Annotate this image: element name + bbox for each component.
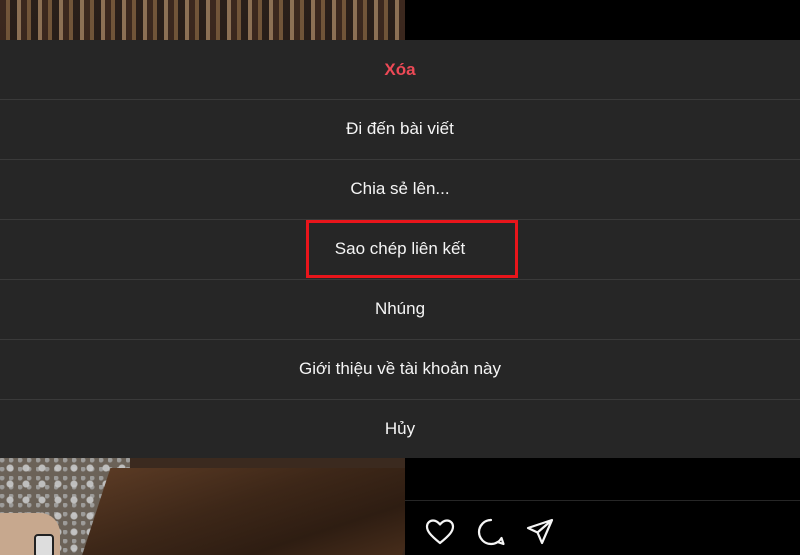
- wristwatch: [34, 534, 54, 555]
- feed-divider: [405, 500, 800, 501]
- share-icon[interactable]: [525, 517, 555, 547]
- embed-button[interactable]: Nhúng: [0, 279, 800, 338]
- go-to-post-button[interactable]: Đi đến bài viết: [0, 99, 800, 158]
- screen: Xóa Đi đến bài viết Chia sẻ lên... Sao c…: [0, 0, 800, 555]
- copy-link-button[interactable]: Sao chép liên kết: [0, 219, 800, 278]
- options-menu: Xóa Đi đến bài viết Chia sẻ lên... Sao c…: [0, 40, 800, 458]
- wooden-table: [79, 468, 405, 555]
- about-account-button[interactable]: Giới thiệu về tài khoản này: [0, 339, 800, 398]
- comment-icon[interactable]: [476, 517, 506, 547]
- delete-button[interactable]: Xóa: [0, 40, 800, 99]
- cancel-button[interactable]: Hủy: [0, 399, 800, 458]
- post-image-bookshelf: [0, 0, 405, 40]
- heart-icon[interactable]: [425, 517, 455, 547]
- post-image-table: [0, 458, 405, 555]
- share-to-button[interactable]: Chia sẻ lên...: [0, 159, 800, 218]
